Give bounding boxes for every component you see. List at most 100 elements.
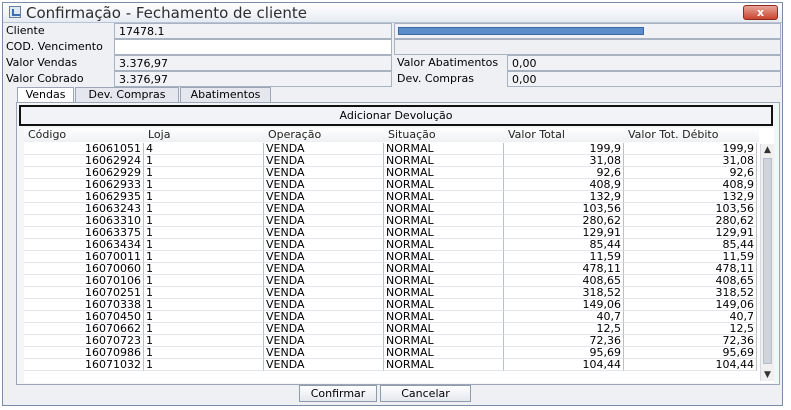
- table-row[interactable]: 16070450 1 VENDA NORMAL 40,7 40,7: [24, 311, 757, 323]
- table-cell: 318,52: [504, 287, 624, 299]
- table-row[interactable]: 16070251 1 VENDA NORMAL 318,52 318,52: [24, 287, 757, 299]
- tab-dev-compras[interactable]: Dev. Compras: [75, 87, 179, 102]
- table-cell: 129,91: [624, 227, 757, 239]
- table-cell: 16070011: [24, 251, 144, 263]
- table-row[interactable]: 16070060 1 VENDA NORMAL 478,11 478,11: [24, 263, 757, 275]
- close-button[interactable]: x: [743, 5, 778, 20]
- table-row[interactable]: 16070662 1 VENDA NORMAL 12,5 12,5: [24, 323, 757, 335]
- table-cell: 16070662: [24, 323, 144, 335]
- table-row[interactable]: 16062924 1 VENDA NORMAL 31,08 31,08: [24, 155, 757, 167]
- table-cell: 1: [144, 263, 264, 275]
- table-cell: 92,6: [504, 167, 624, 179]
- table-row[interactable]: 16063310 1 VENDA NORMAL 280,62 280,62: [24, 215, 757, 227]
- table-cell: 12,5: [624, 323, 757, 335]
- table-cell: 1: [144, 335, 264, 347]
- table-cell: VENDA: [264, 359, 384, 371]
- table-cell: 16062924: [24, 155, 144, 167]
- table-row[interactable]: 16070338 1 VENDA NORMAL 149,06 149,06: [24, 299, 757, 311]
- column-header-valor-tot-debito[interactable]: Valor Tot. Débito: [624, 128, 759, 142]
- table-cell: 103,56: [624, 203, 757, 215]
- table-cell: 11,59: [504, 251, 624, 263]
- table-cell: 16063375: [24, 227, 144, 239]
- table-cell: 280,62: [504, 215, 624, 227]
- table-cell: VENDA: [264, 299, 384, 311]
- column-header-operacao[interactable]: Operação: [264, 128, 384, 142]
- scroll-up-icon[interactable]: ▲: [761, 144, 774, 156]
- table-cell: NORMAL: [384, 179, 504, 191]
- table-cell: 1: [144, 155, 264, 167]
- table-cell: 16070060: [24, 263, 144, 275]
- cod-vencimento-label: COD. Vencimento: [6, 40, 103, 53]
- column-header-codigo[interactable]: Código: [24, 128, 144, 142]
- table-cell: VENDA: [264, 179, 384, 191]
- table-cell: 199,9: [624, 143, 757, 155]
- column-header-situacao[interactable]: Situação: [384, 128, 504, 142]
- table-row[interactable]: 16063375 1 VENDA NORMAL 129,91 129,91: [24, 227, 757, 239]
- column-header-valor-total[interactable]: Valor Total: [504, 128, 624, 142]
- table-cell: 16070986: [24, 347, 144, 359]
- confirm-button[interactable]: Confirmar: [299, 385, 377, 402]
- table-cell: VENDA: [264, 215, 384, 227]
- table-cell: 1: [144, 299, 264, 311]
- cliente-field[interactable]: 17478.1: [114, 23, 392, 39]
- table-row[interactable]: 16070986 1 VENDA NORMAL 95,69 95,69: [24, 347, 757, 359]
- table-row[interactable]: 16062929 1 VENDA NORMAL 92,6 92,6: [24, 167, 757, 179]
- table-cell: 129,91: [504, 227, 624, 239]
- table-cell: VENDA: [264, 251, 384, 263]
- tab-vendas[interactable]: Vendas: [17, 87, 74, 103]
- table-row[interactable]: 16070723 1 VENDA NORMAL 72,36 72,36: [24, 335, 757, 347]
- table-cell: VENDA: [264, 143, 384, 155]
- table-cell: 31,08: [504, 155, 624, 167]
- valor-cobrado-field: 3.376,97: [114, 71, 392, 87]
- tab-abatimentos[interactable]: Abatimentos: [180, 87, 271, 102]
- table-cell: 1: [144, 239, 264, 251]
- vertical-scrollbar[interactable]: ▲ ▼: [760, 144, 774, 381]
- cancel-button[interactable]: Cancelar: [380, 385, 471, 402]
- table-cell: 40,7: [504, 311, 624, 323]
- table-cell: 408,9: [624, 179, 757, 191]
- table-cell: 103,56: [504, 203, 624, 215]
- table-cell: NORMAL: [384, 155, 504, 167]
- table-row[interactable]: 16062935 1 VENDA NORMAL 132,9 132,9: [24, 191, 757, 203]
- table-cell: 1: [144, 287, 264, 299]
- table-cell: VENDA: [264, 287, 384, 299]
- table-cell: NORMAL: [384, 311, 504, 323]
- scroll-thumb[interactable]: [763, 158, 772, 364]
- table-cell: NORMAL: [384, 299, 504, 311]
- table-row[interactable]: 16062933 1 VENDA NORMAL 408,9 408,9: [24, 179, 757, 191]
- table-cell: 1: [144, 227, 264, 239]
- table-cell: VENDA: [264, 263, 384, 275]
- table-cell: 16063243: [24, 203, 144, 215]
- table-row[interactable]: 16063434 1 VENDA NORMAL 85,44 85,44: [24, 239, 757, 251]
- table-cell: 72,36: [504, 335, 624, 347]
- progress-bar: [394, 23, 781, 39]
- table-cell: NORMAL: [384, 191, 504, 203]
- cod-vencimento-field[interactable]: [114, 39, 392, 55]
- table-cell: NORMAL: [384, 347, 504, 359]
- table-cell: 16070251: [24, 287, 144, 299]
- table-row[interactable]: 16061051 4 VENDA NORMAL 199,9 199,9: [24, 143, 757, 155]
- table-cell: 16062933: [24, 179, 144, 191]
- table-row[interactable]: 16063243 1 VENDA NORMAL 103,56 103,56: [24, 203, 757, 215]
- table-cell: VENDA: [264, 203, 384, 215]
- table-cell: 16063434: [24, 239, 144, 251]
- table-cell: 280,62: [624, 215, 757, 227]
- table-cell: 16070450: [24, 311, 144, 323]
- table-cell: NORMAL: [384, 263, 504, 275]
- column-header-loja[interactable]: Loja: [144, 128, 264, 142]
- table-cell: VENDA: [264, 155, 384, 167]
- window-title: Confirmação - Fechamento de cliente: [26, 4, 307, 22]
- table-cell: NORMAL: [384, 323, 504, 335]
- table-row[interactable]: 16071032 1 VENDA NORMAL 104,44 104,44: [24, 359, 757, 371]
- table-cell: 85,44: [504, 239, 624, 251]
- table-cell: 408,65: [624, 275, 757, 287]
- table-cell: 40,7: [624, 311, 757, 323]
- table-row[interactable]: 16070106 1 VENDA NORMAL 408,65 408,65: [24, 275, 757, 287]
- table-row[interactable]: 16070011 1 VENDA NORMAL 11,59 11,59: [24, 251, 757, 263]
- add-return-button[interactable]: Adicionar Devolução: [19, 105, 773, 126]
- scroll-down-icon[interactable]: ▼: [761, 369, 774, 381]
- table-cell: 16070723: [24, 335, 144, 347]
- table-cell: 85,44: [624, 239, 757, 251]
- valor-cobrado-label: Valor Cobrado: [6, 72, 84, 85]
- title-bar: Confirmação - Fechamento de cliente x: [3, 3, 782, 23]
